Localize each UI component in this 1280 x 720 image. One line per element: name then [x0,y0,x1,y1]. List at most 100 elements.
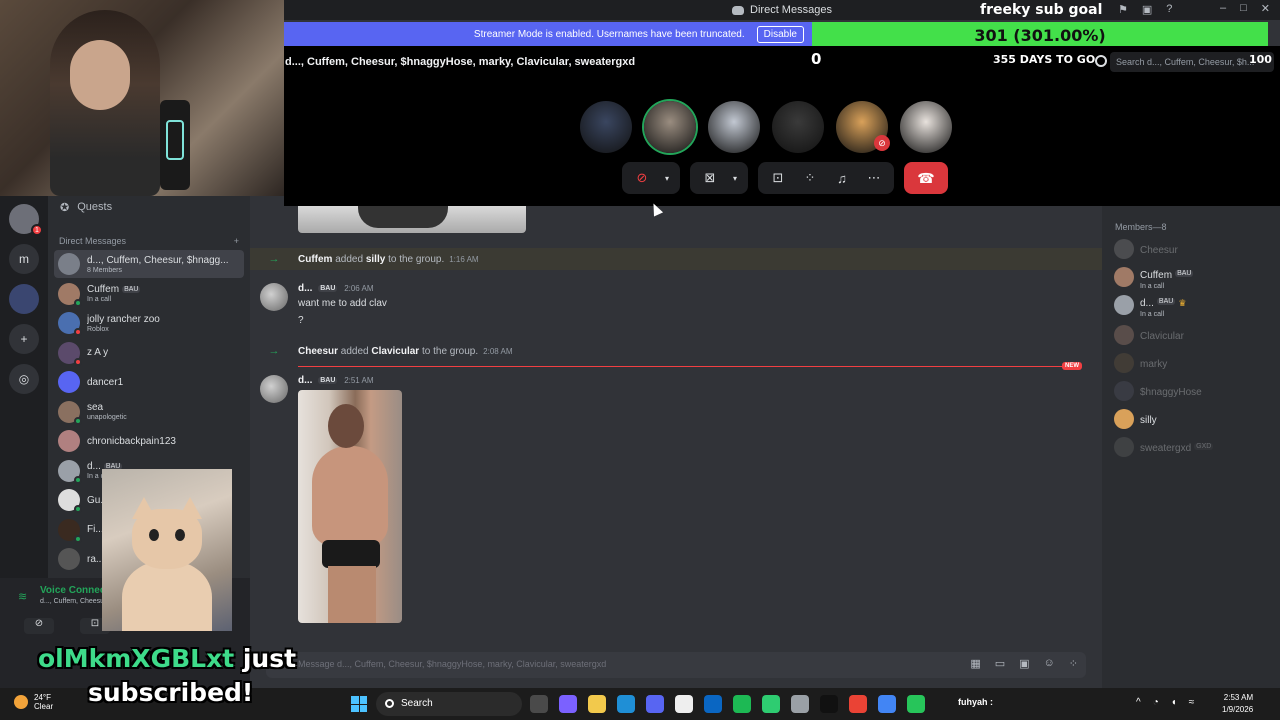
sticker-icon[interactable]: ▣ [1019,657,1029,670]
status-indicator [74,416,82,425]
network-icon[interactable]: ◔ [1153,697,1159,708]
previous-image-attachment[interactable] [298,206,526,233]
taskbar-app-icon[interactable] [530,695,548,713]
member-item[interactable]: silly [1114,407,1157,431]
apps-icon[interactable]: ⁘ [1069,657,1078,670]
member-item[interactable]: Cuffem BAU In a call [1114,265,1194,290]
help-icon[interactable]: ? [1166,3,1172,16]
subscriber-username: olMkmXGBLxt [38,644,235,673]
camera-options-chevron-icon[interactable]: ▾ [728,164,742,192]
taskbar-app-icon[interactable] [704,695,722,713]
image-attachment[interactable] [298,390,402,623]
start-button[interactable] [351,696,367,712]
close-button[interactable]: ✕ [1261,2,1270,15]
dm-item[interactable]: chronicbackpain123 [54,427,244,455]
composer-icons: ▦ ▭ ▣ ☺ ⁘ [970,657,1078,670]
call-participant-avatar[interactable] [900,101,952,153]
taskbar-app-icon[interactable] [559,695,577,713]
server-m-button[interactable]: m [9,244,39,274]
system-target[interactable]: Clavicular [371,346,419,357]
avatar [58,459,82,484]
hang-up-button[interactable]: ☎ [904,162,948,194]
tray-chevron-icon[interactable]: ^ [1136,697,1141,708]
taskbar-app-icon[interactable] [646,695,664,713]
dm-item[interactable]: dancer1 [54,368,244,396]
dm-item-name: d..., Cuffem, Cheesur, $hnagg... [87,254,229,266]
author-name[interactable]: d... [298,283,312,294]
avatar [58,341,82,366]
clock[interactable]: 2:53 AM 1/9/2026 [1222,692,1253,716]
wifi-icon[interactable]: ≈ [1189,697,1195,708]
maximize-button[interactable]: □ [1240,2,1247,15]
taskbar-app-icon[interactable] [878,695,896,713]
taskbar-app-icon[interactable] [733,695,751,713]
member-item[interactable]: $hnaggyHose [1114,379,1202,403]
taskbar-search[interactable]: Search [376,692,522,716]
avatar [58,282,82,307]
gif-icon[interactable]: ▭ [995,657,1005,670]
dm-item[interactable]: z A y [54,339,244,367]
minimize-button[interactable]: – [1220,2,1226,15]
add-server-button[interactable]: + [9,324,39,354]
search-icon [385,699,394,708]
taskbar-app-icon[interactable] [617,695,635,713]
dm-item[interactable]: d..., Cuffem, Cheesur, $hnagg... 8 Member… [54,250,244,278]
taskbar-app-icon[interactable] [762,695,780,713]
screen-share-button[interactable]: ⊡ [764,164,792,192]
member-item[interactable]: sweatergxd GXD [1114,435,1214,459]
call-participant-avatar[interactable] [772,101,824,153]
member-item[interactable]: Clavicular [1114,323,1184,347]
alert-line2: subscribed! [88,678,254,707]
join-arrow-icon: → [268,345,280,357]
emoji-icon[interactable]: ☺ [1044,657,1055,670]
avatar [58,312,82,336]
taskbar-app-icon[interactable] [675,695,693,713]
quests-link[interactable]: ✪ Quests [60,198,112,216]
server-button[interactable] [9,284,39,314]
create-dm-button[interactable]: + [234,236,239,246]
add-friends-icon[interactable] [1095,55,1107,67]
member-item[interactable]: Cheesur [1114,237,1178,261]
system-target[interactable]: silly [366,254,385,265]
volume-icon[interactable]: ◖ [1171,697,1177,708]
avatar[interactable] [260,375,288,403]
dm-item[interactable]: Cuffem BAU In a call [54,280,244,308]
disable-streamer-mode-button[interactable]: Disable [756,25,804,43]
more-options-button[interactable]: ⋯ [860,164,888,192]
clock-time: 2:53 AM [1223,693,1254,702]
sub-goal-start: 0 [811,50,822,68]
system-actor[interactable]: Cuffem [298,254,332,265]
mute-mic-button[interactable]: ⊘ [628,164,656,192]
timestamp: 1:16 AM [449,254,479,264]
taskbar-app-icon[interactable] [849,695,867,713]
dm-item-name: sea [87,402,104,413]
message-composer[interactable]: Message d..., Cuffem, Cheesur, $hnaggyHo… [266,652,1086,678]
gift-icon[interactable]: ▦ [970,657,980,670]
discover-button[interactable]: ◎ [9,364,39,394]
call-participant-avatar[interactable] [580,101,632,153]
member-item[interactable]: marky [1114,351,1167,375]
mic-options-chevron-icon[interactable]: ▾ [660,164,674,192]
taskbar-app-icon[interactable] [907,695,925,713]
weather-icon [14,695,28,709]
system-actor[interactable]: Cheesur [298,346,338,357]
call-participant-avatar[interactable]: ⊘ [836,101,890,153]
taskbar-app-icon[interactable] [820,695,838,713]
new-badge: NEW [1062,362,1082,370]
soundboard-button[interactable]: ♫ [828,164,856,192]
taskbar-app-icon[interactable] [588,695,606,713]
call-participant-avatar[interactable] [644,101,696,153]
home-avatar-button[interactable]: 1 [9,204,43,236]
camera-toggle-button[interactable]: ⊠ [696,164,724,192]
dm-item[interactable]: jolly rancher zoo Roblox [54,309,244,337]
dm-item[interactable]: sea unapologetic [54,398,244,426]
author-name[interactable]: d... [298,375,312,386]
avatar[interactable] [260,283,288,311]
taskbar-app-icon[interactable] [791,695,809,713]
member-item[interactable]: d... BAU ♛ In a call [1114,293,1186,318]
camera-off-button[interactable]: ⊘ [24,618,54,634]
call-participant-avatar[interactable] [708,101,760,153]
inbox-icon[interactable]: ▣ [1142,3,1152,16]
activities-button[interactable]: ⁘ [796,164,824,192]
pin-icon[interactable]: ⚑ [1118,3,1128,16]
